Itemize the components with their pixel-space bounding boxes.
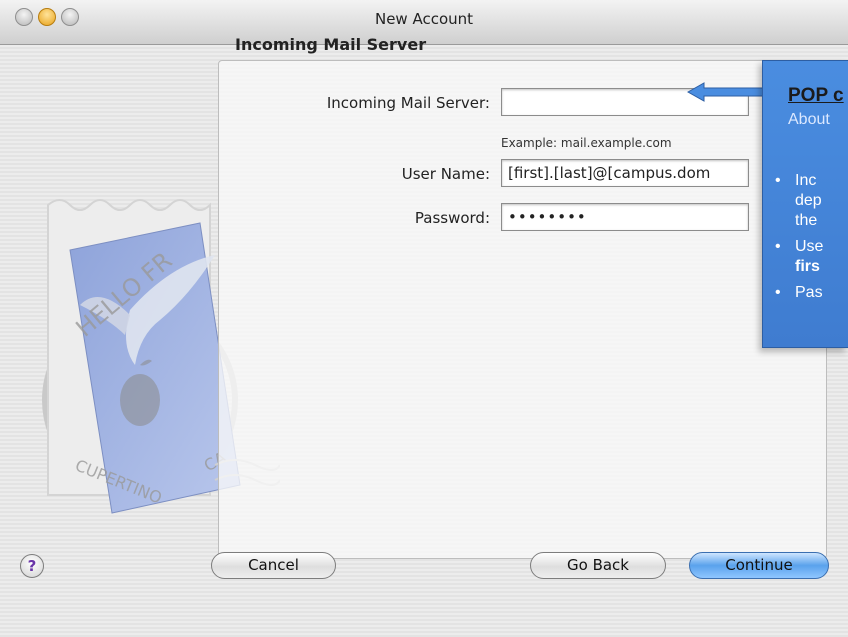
incoming-server-label: Incoming Mail Server: <box>326 94 490 112</box>
account-settings-panel <box>218 60 827 559</box>
user-name-label: User Name: <box>401 165 490 183</box>
user-name-input[interactable]: [first].[last]@[campus.dom <box>501 159 749 187</box>
panel-heading: Incoming Mail Server <box>235 35 427 54</box>
content-area: HELLO FR CUPERTINO CA <box>0 45 848 637</box>
callout-item-cont: the <box>795 212 818 229</box>
callout-item: Inc <box>773 171 823 191</box>
callout-item-cont: dep <box>795 192 822 209</box>
new-account-window: New Account HELLO FR CUPERTINO CA Incomi… <box>0 0 848 637</box>
callout-title: POP c <box>788 85 844 106</box>
callout-item-cont: firs <box>795 258 820 275</box>
window-title: New Account <box>374 10 474 28</box>
callout-subtitle: About <box>788 111 830 128</box>
callout-item: Use <box>773 237 823 257</box>
help-callout: POP c About Inc dep the Use firs Pas <box>762 60 848 348</box>
server-example-hint: Example: mail.example.com <box>501 136 672 150</box>
cancel-button[interactable]: Cancel <box>211 552 336 579</box>
password-input[interactable]: •••••••• <box>501 203 749 231</box>
question-icon[interactable]: ? <box>20 554 44 578</box>
continue-button[interactable]: Continue <box>689 552 829 579</box>
go-back-button[interactable]: Go Back <box>530 552 666 579</box>
callout-item: Pas <box>773 283 823 303</box>
left-arrow-icon <box>686 82 765 102</box>
callout-list: Inc dep the Use firs Pas <box>773 171 823 309</box>
password-label: Password: <box>414 209 490 227</box>
